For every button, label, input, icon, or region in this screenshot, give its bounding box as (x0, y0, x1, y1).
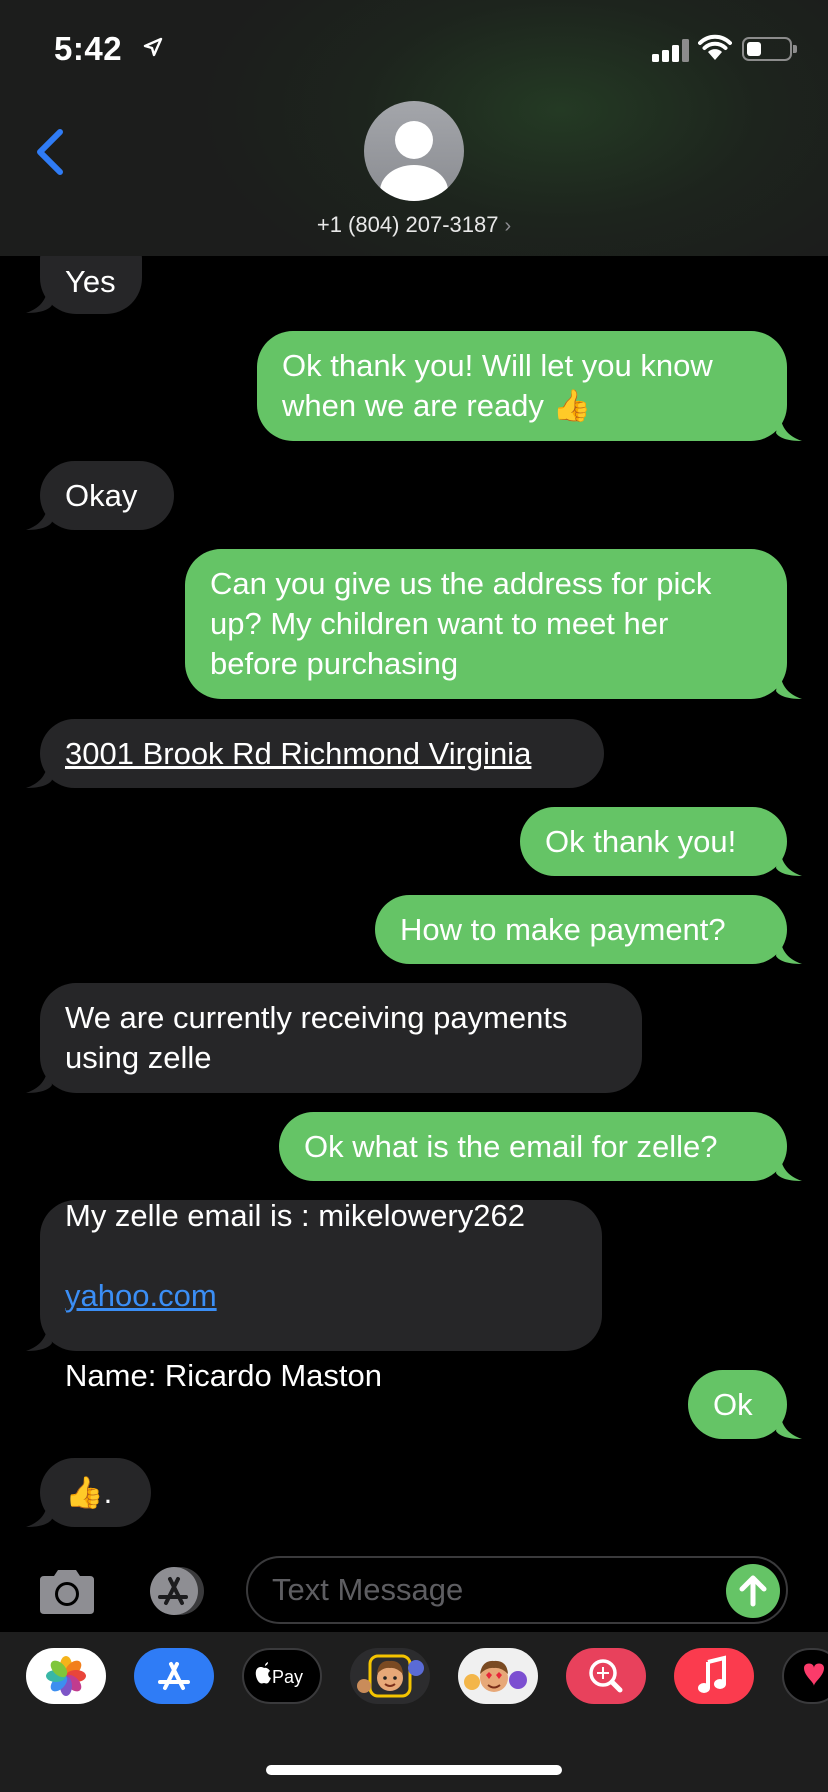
message-input[interactable] (272, 1568, 712, 1612)
apple-pay-icon: Pay (255, 1662, 303, 1687)
arrow-up-icon (739, 1575, 767, 1607)
photos-icon (46, 1656, 86, 1696)
apple-pay-app-button[interactable]: Pay (242, 1648, 322, 1704)
message-bubble-incoming[interactable]: Yes (40, 250, 142, 314)
wifi-icon (698, 34, 732, 60)
svg-text:Pay: Pay (272, 1667, 303, 1687)
digital-touch-app-button[interactable] (782, 1648, 828, 1704)
music-icon (698, 1655, 726, 1693)
message-bubble-outgoing[interactable]: Ok thank you! (520, 807, 787, 876)
back-button[interactable] (30, 124, 70, 180)
app-store-icon (150, 1567, 204, 1615)
app-store-button[interactable] (140, 1565, 212, 1617)
camera-button[interactable] (36, 1568, 98, 1616)
home-indicator[interactable] (266, 1765, 562, 1775)
app-store-app-button[interactable] (134, 1648, 214, 1704)
contact-number[interactable]: +1 (804) 207-3187 › (0, 212, 828, 238)
contact-avatar[interactable] (364, 101, 464, 201)
chevron-left-icon (37, 129, 63, 175)
message-bubble-incoming[interactable]: Okay (40, 461, 174, 530)
status-time: 5:42 (54, 30, 163, 68)
battery-icon (742, 37, 797, 61)
message-bubble-incoming[interactable]: My zelle email is : mikelowery262 yahoo.… (40, 1197, 602, 1393)
music-app-button[interactable] (674, 1648, 754, 1704)
digital-touch-icon (804, 1663, 824, 1686)
message-text: My zelle email is : mikelowery262 (65, 1197, 525, 1233)
conversation-header: 5:42 +1 (804) 207-3187 › (0, 0, 828, 256)
memoji-app-button[interactable] (350, 1648, 430, 1704)
message-bubble-outgoing[interactable]: Can you give us the address for pick up?… (185, 549, 787, 699)
send-button[interactable] (726, 1564, 780, 1618)
cellular-signal-icon (652, 38, 692, 62)
location-arrow-icon (143, 37, 163, 57)
email-domain-link[interactable]: yahoo.com (65, 1278, 217, 1313)
message-text: Name: Ricardo Maston (65, 1357, 383, 1393)
camera-icon (40, 1570, 94, 1614)
images-search-icon (589, 1659, 623, 1693)
images-search-app-button[interactable] (566, 1648, 646, 1704)
message-bubble-incoming[interactable]: We are currently receiving payments usin… (40, 983, 642, 1093)
message-bubble-outgoing[interactable]: How to make payment? (375, 895, 787, 964)
memoji-icon (357, 1654, 424, 1698)
photos-app-button[interactable] (26, 1648, 106, 1704)
memoji-stickers-icon (464, 1660, 527, 1692)
app-store-icon (158, 1662, 190, 1690)
address-link[interactable]: 3001 Brook Rd Richmond Virginia (65, 734, 531, 774)
message-bubble-outgoing[interactable]: Ok (688, 1370, 787, 1439)
message-bubble-incoming[interactable]: 👍. (40, 1458, 151, 1527)
contact-number-label: +1 (804) 207-3187 (316, 212, 499, 237)
chevron-right-icon: › (504, 215, 512, 237)
message-input-field[interactable] (246, 1556, 788, 1624)
message-bubble-outgoing[interactable]: Ok thank you! Will let you know when we … (257, 331, 787, 441)
memoji-stickers-app-button[interactable] (458, 1648, 538, 1704)
message-bubble-incoming[interactable]: 3001 Brook Rd Richmond Virginia (40, 719, 604, 788)
